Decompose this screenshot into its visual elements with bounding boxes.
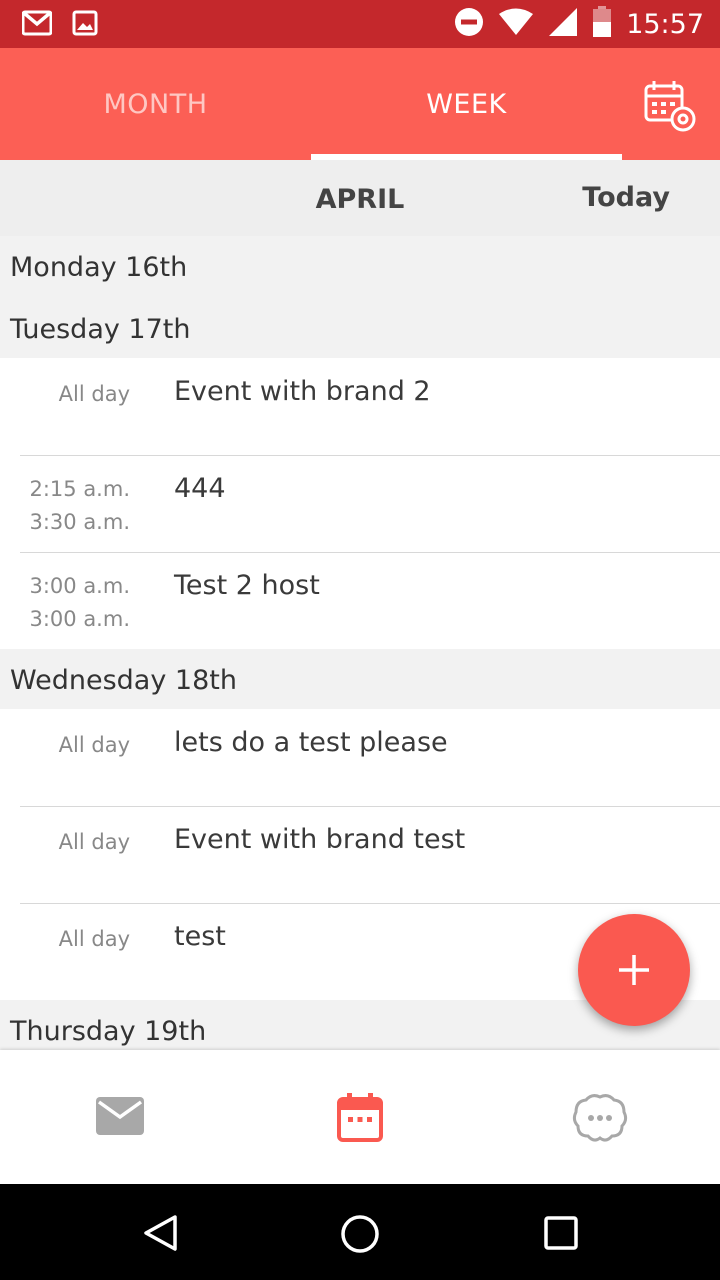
divider	[20, 806, 720, 807]
event-time-all-day: All day	[58, 927, 130, 951]
signal-icon	[548, 7, 578, 41]
nav-calendar[interactable]	[240, 1050, 480, 1184]
bottom-navigation	[0, 1050, 720, 1184]
event-item[interactable]: All day Event with brand test	[0, 806, 720, 903]
divider	[20, 552, 720, 553]
day-label: Tuesday 17th	[10, 314, 191, 345]
event-title: test	[174, 921, 226, 952]
image-icon	[72, 10, 98, 40]
day-header-tuesday: Tuesday 17th	[0, 296, 720, 358]
status-bar: 15:57	[0, 0, 720, 48]
event-end-time: 3:30 a.m.	[29, 510, 130, 534]
event-title: Event with brand 2	[174, 376, 431, 407]
calendar-settings-icon[interactable]	[642, 78, 698, 134]
day-label: Thursday 19th	[10, 1016, 207, 1047]
event-title: Test 2 host	[174, 570, 320, 601]
add-event-button[interactable]	[578, 914, 690, 1026]
tab-month[interactable]: MONTH	[0, 48, 311, 160]
home-icon[interactable]	[340, 1214, 380, 1254]
day-header-wednesday: Wednesday 18th	[0, 649, 720, 709]
wifi-icon	[498, 8, 534, 40]
event-start-time: 3:00 a.m.	[29, 574, 130, 598]
day-label: Wednesday 18th	[10, 665, 237, 696]
mail-icon	[96, 1097, 144, 1135]
plus-icon	[619, 955, 649, 985]
event-time-all-day: All day	[58, 382, 130, 406]
back-icon[interactable]	[142, 1214, 178, 1252]
tab-week[interactable]: WEEK	[311, 48, 622, 160]
do-not-disturb-icon	[454, 7, 484, 41]
event-item[interactable]: 2:15 a.m. 3:30 a.m. 444	[0, 455, 720, 552]
recents-icon[interactable]	[543, 1215, 579, 1251]
divider	[20, 903, 720, 904]
gmail-icon	[21, 10, 53, 40]
chat-bubble-icon	[572, 1094, 628, 1142]
today-button[interactable]: Today	[582, 182, 670, 213]
nav-chat[interactable]	[480, 1050, 720, 1184]
event-title: lets do a test please	[174, 727, 448, 758]
battery-icon	[592, 6, 612, 42]
nav-mail[interactable]	[0, 1050, 240, 1184]
event-title: Event with brand test	[174, 824, 466, 855]
day-label: Monday 16th	[10, 252, 188, 283]
event-item[interactable]: 3:00 a.m. 3:00 a.m. Test 2 host	[0, 552, 720, 649]
event-item[interactable]: All day lets do a test please	[0, 709, 720, 806]
day-header-monday: Monday 16th	[0, 236, 720, 296]
calendar-icon	[337, 1093, 383, 1142]
month-header: APRIL Today	[0, 160, 720, 236]
event-end-time: 3:00 a.m.	[29, 607, 130, 631]
event-time-all-day: All day	[58, 830, 130, 854]
event-start-time: 2:15 a.m.	[29, 477, 130, 501]
divider	[20, 455, 720, 456]
system-navigation-bar	[0, 1184, 720, 1280]
event-title: 444	[174, 473, 226, 504]
tab-bar: MONTH WEEK	[0, 48, 720, 160]
event-time-all-day: All day	[58, 733, 130, 757]
event-item[interactable]: All day Event with brand 2	[0, 358, 720, 455]
status-time: 15:57	[626, 8, 704, 40]
